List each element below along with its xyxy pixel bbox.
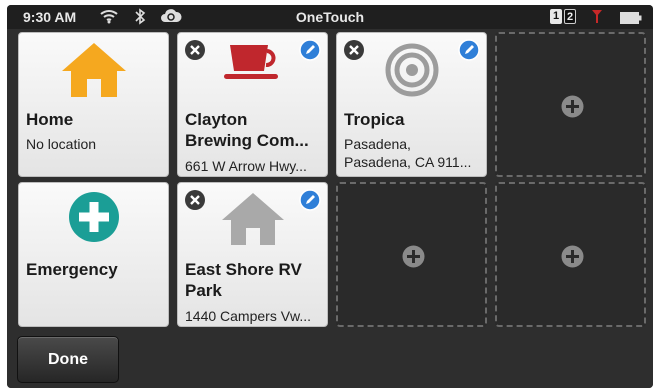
page-indicator-1[interactable]: 1 xyxy=(550,9,562,24)
coffee-cup-icon xyxy=(222,43,284,88)
tile-address: 1440 Campers Vw... xyxy=(185,308,312,324)
tile-name: Home xyxy=(26,110,74,129)
medical-cross-icon xyxy=(68,191,120,248)
favorite-tile-emergency[interactable]: Emergency xyxy=(18,182,169,327)
status-bar: 9:30 AM OneTouch 1 2 xyxy=(7,5,653,29)
edit-pencil-icon[interactable] xyxy=(299,189,321,211)
delete-icon[interactable] xyxy=(343,39,365,61)
add-icon[interactable] xyxy=(401,244,426,269)
empty-slot[interactable] xyxy=(495,182,646,327)
tile-name: East Shore RV Park xyxy=(185,260,302,300)
battery-icon xyxy=(620,11,642,29)
done-button[interactable]: Done xyxy=(17,336,119,383)
favorite-tile-home[interactable]: Home No location xyxy=(18,32,169,177)
edit-pencil-icon[interactable] xyxy=(458,39,480,61)
edit-pencil-icon[interactable] xyxy=(299,39,321,61)
page-indicator-2[interactable]: 2 xyxy=(564,9,576,24)
add-icon[interactable] xyxy=(560,244,585,269)
bottom-bar: Done xyxy=(7,330,653,388)
tile-address: 661 W Arrow Hwy... xyxy=(185,158,307,174)
signal-antenna-icon xyxy=(591,8,603,29)
device-screen: 9:30 AM OneTouch 1 2 Home No location Cl… xyxy=(7,5,653,388)
tile-name: Clayton Brewing Com... xyxy=(185,110,309,150)
tile-address: Pasadena, Pasadena, CA 911... xyxy=(344,136,472,170)
tile-address: No location xyxy=(26,136,97,152)
favorite-tile-east-shore-rv-park[interactable]: East Shore RV Park 1440 Campers Vw... xyxy=(177,182,328,327)
delete-icon[interactable] xyxy=(184,189,206,211)
house-icon xyxy=(220,191,286,252)
add-icon[interactable] xyxy=(560,94,585,119)
favorite-tile-tropica[interactable]: Tropica Pasadena, Pasadena, CA 911... xyxy=(336,32,487,177)
empty-slot[interactable] xyxy=(336,182,487,327)
tile-name: Tropica xyxy=(344,110,405,129)
empty-slot[interactable] xyxy=(495,32,646,177)
favorite-tile-clayton-brewing[interactable]: Clayton Brewing Com... 661 W Arrow Hwy..… xyxy=(177,32,328,177)
house-icon xyxy=(60,41,128,104)
tile-name: Emergency xyxy=(26,260,118,279)
target-icon xyxy=(385,43,439,102)
delete-icon[interactable] xyxy=(184,39,206,61)
